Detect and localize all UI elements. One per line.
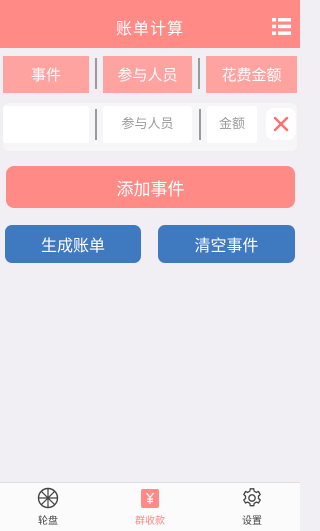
tab-wheel-label: 轮盘 (38, 516, 58, 527)
bottom-tab-bar: 轮盘 群收款 设置 (0, 482, 300, 531)
tab-group-collect-label: 群收款 (135, 516, 165, 527)
delete-event-button[interactable] (266, 108, 296, 140)
close-x-icon (273, 116, 289, 132)
tab-settings-label: 设置 (242, 516, 262, 527)
list-menu-icon[interactable] (272, 18, 291, 35)
tab-wheel[interactable]: 轮盘 (18, 487, 78, 531)
column-header-event: 事件 (3, 56, 89, 93)
column-divider (95, 109, 97, 140)
app-header: 账单计算 (0, 6, 300, 48)
amount-input[interactable] (207, 106, 257, 143)
page-title: 账单计算 (115, 19, 184, 38)
tab-settings[interactable]: 设置 (222, 487, 282, 531)
column-header-participants: 参与人员 (103, 56, 192, 93)
column-divider (198, 58, 200, 89)
column-divider (95, 58, 97, 89)
clear-events-button[interactable]: 清空事件 (158, 225, 295, 263)
column-header-amount-label: 花费金额 (221, 66, 282, 84)
yuan-receipt-icon (141, 489, 159, 508)
wheel-icon (37, 487, 59, 509)
column-divider (199, 109, 201, 140)
amount-field[interactable] (207, 106, 257, 143)
clear-events-label: 清空事件 (194, 236, 259, 255)
event-name-input[interactable] (3, 106, 89, 143)
column-header-event-label: 事件 (30, 66, 61, 84)
generate-bill-label: 生成账单 (40, 236, 105, 255)
column-header-amount: 花费金额 (206, 56, 297, 93)
column-header-participants-label: 参与人员 (117, 66, 178, 84)
gear-icon (242, 488, 262, 507)
add-event-button[interactable]: 添加事件 (6, 166, 295, 208)
participants-input[interactable] (103, 106, 192, 143)
generate-bill-button[interactable]: 生成账单 (5, 225, 141, 263)
participants-field[interactable] (103, 106, 192, 143)
add-event-label: 添加事件 (116, 179, 185, 200)
tab-group-collect[interactable]: 群收款 (120, 487, 180, 531)
event-name-field[interactable] (3, 106, 89, 143)
